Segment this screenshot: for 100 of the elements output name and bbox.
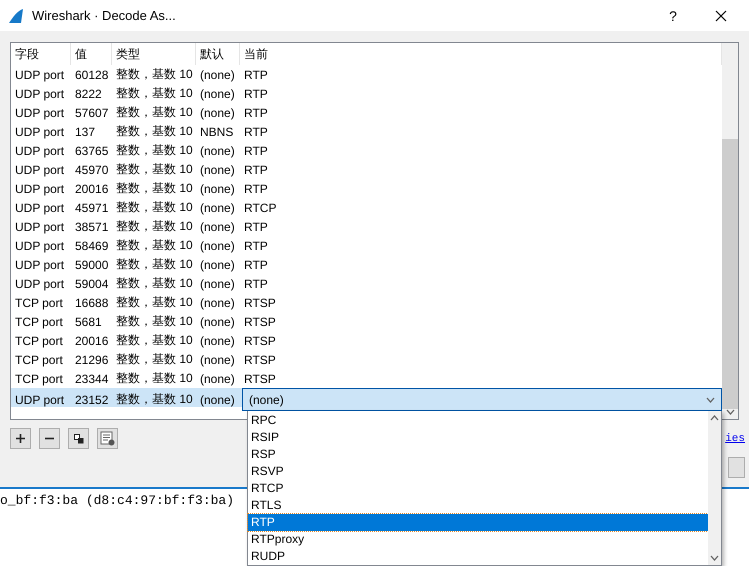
- clear-button[interactable]: [97, 428, 118, 449]
- dropdown-option[interactable]: RTP: [248, 514, 708, 531]
- table-row[interactable]: TCP port 20016 整数，基数 10 (none) RTSP: [11, 331, 722, 350]
- add-button[interactable]: [10, 428, 31, 449]
- table-cell-text: 23344: [74, 372, 110, 386]
- table-cell-text: (none): [199, 392, 236, 406]
- table-cell-text: 137: [74, 124, 96, 138]
- table-row[interactable]: UDP port 45970 整数，基数 10 (none) RTP: [11, 160, 722, 179]
- packet-detail-text: o_bf:f3:ba (d8:c4:97:bf:f3:ba): [0, 493, 234, 508]
- table-cell-text: 57607: [74, 106, 110, 120]
- table-cell-text: TCP port: [14, 334, 64, 348]
- dropdown-option[interactable]: RSIP: [248, 429, 708, 446]
- table-row[interactable]: UDP port 20016 整数，基数 10 (none) RTP: [11, 179, 722, 198]
- table-cell-text: (none): [199, 334, 236, 348]
- table-row[interactable]: UDP port 57607 整数，基数 10 (none) RTP: [11, 103, 722, 122]
- table-cell-text: 45971: [74, 200, 110, 214]
- table-row[interactable]: UDP port 59004 整数，基数 10 (none) RTP: [11, 274, 722, 293]
- table-row[interactable]: UDP port 38571 整数，基数 10 (none) RTP: [11, 217, 722, 236]
- table-row[interactable]: TCP port 21296 整数，基数 10 (none) RTSP: [11, 350, 722, 369]
- table-cell-text: 45970: [74, 162, 110, 176]
- link[interactable]: ies: [725, 432, 745, 444]
- table-row[interactable]: TCP port 5681 整数，基数 10 (none) RTSP: [11, 312, 722, 331]
- table-cell-text: (none): [199, 144, 236, 158]
- scrollbar[interactable]: [708, 411, 721, 565]
- table-cell-text: RTP: [243, 276, 269, 290]
- table-cell-text: 整数，基数 10: [115, 180, 194, 197]
- column-header[interactable]: 默认: [196, 43, 240, 65]
- close-icon: [715, 10, 727, 22]
- table-cell-text: UDP port: [14, 182, 66, 196]
- help-button[interactable]: ?: [653, 0, 693, 30]
- table-row[interactable]: UDP port 8222 整数，基数 10 (none) RTP: [11, 84, 722, 103]
- table-cell-text: UDP port: [14, 124, 66, 138]
- table-cell-text: 整数，基数 10: [115, 391, 194, 408]
- table-cell-text: TCP port: [14, 372, 64, 386]
- table-cell-text: 整数，基数 10: [115, 294, 194, 311]
- shark-fin-icon: [8, 8, 24, 24]
- table-row[interactable]: UDP port 45971 整数，基数 10 (none) RTCP: [11, 198, 722, 217]
- dropdown-option[interactable]: RSP: [248, 446, 708, 463]
- plus-icon: [16, 434, 25, 443]
- table-cell-text: RTP: [243, 106, 269, 120]
- table-cell-text: (none): [199, 372, 236, 386]
- table-cell-text: RTSP: [243, 314, 277, 328]
- chevron-down-icon[interactable]: [710, 555, 719, 561]
- table-cell-text: 整数，基数 10: [115, 161, 194, 178]
- table-cell-text: (none): [199, 200, 236, 214]
- table-cell-text: (none): [199, 258, 236, 272]
- table-cell-text: 20016: [74, 182, 110, 196]
- table-cell-text: 整数，基数 10: [115, 123, 194, 140]
- table-cell-text: 59004: [74, 276, 110, 290]
- remove-button[interactable]: [39, 428, 60, 449]
- table-cell-text: RTP: [243, 68, 269, 82]
- table-cell-text: UDP port: [14, 258, 66, 272]
- table-cell-text: RTSP: [243, 352, 277, 366]
- table-row[interactable]: TCP port 16688 整数，基数 10 (none) RTSP: [11, 293, 722, 312]
- table-cell-text: RTSP: [243, 296, 277, 310]
- table-cell-text: 整数，基数 10: [115, 370, 194, 387]
- column-header[interactable]: 字段: [11, 43, 71, 65]
- table-cell-text: RTP: [243, 86, 269, 100]
- dropdown-option[interactable]: RSVP: [248, 463, 708, 480]
- scrollbar[interactable]: [722, 43, 738, 419]
- dropdown-option[interactable]: RPC: [248, 412, 708, 429]
- chevron-up-icon[interactable]: [710, 415, 719, 421]
- table-row[interactable]: UDP port 59000 整数，基数 10 (none) RTP: [11, 255, 722, 274]
- table-cell-text: 59000: [74, 258, 110, 272]
- table-cell-text: RTP: [243, 162, 269, 176]
- dropdown-option[interactable]: RTCP: [248, 480, 708, 497]
- table-cell-text: UDP port: [14, 238, 66, 252]
- table-row[interactable]: UDP port 60128 整数，基数 10 (none) RTP: [11, 65, 722, 84]
- table-row[interactable]: UDP port 63765 整数，基数 10 (none) RTP: [11, 141, 722, 160]
- table-row[interactable]: TCP port 23344 整数，基数 10 (none) RTSP: [11, 369, 722, 388]
- table-cell-text: UDP port: [14, 220, 66, 234]
- table-cell-text: 21296: [74, 352, 110, 366]
- list-clear-icon: [100, 431, 115, 446]
- table-cell-text: RTP: [243, 220, 269, 234]
- table-cell-text: UDP port: [14, 86, 66, 100]
- dropdown-option[interactable]: RUDP: [248, 548, 708, 565]
- table-cell-text: 整数，基数 10: [115, 256, 194, 273]
- table-row[interactable]: UDP port 137 整数，基数 10 NBNS RTP: [11, 122, 722, 141]
- chevron-down-icon[interactable]: [726, 409, 734, 415]
- dropdown-option[interactable]: RTLS: [248, 497, 708, 514]
- table-cell-text: 整数，基数 10: [115, 104, 194, 121]
- copy-button[interactable]: [68, 428, 89, 449]
- table-cell-text: 整数，基数 10: [115, 199, 194, 216]
- chevron-down-icon[interactable]: [706, 396, 715, 402]
- table-cell-text: RTP: [243, 182, 269, 196]
- table-cell-text: (none): [199, 220, 236, 234]
- table-cell-text: UDP port: [14, 68, 66, 82]
- column-header[interactable]: 类型: [112, 43, 196, 65]
- table-row[interactable]: UDP port 58469 整数，基数 10 (none) RTP: [11, 236, 722, 255]
- table-cell-text: NBNS: [199, 124, 234, 138]
- table-cell-text: RTP: [243, 124, 269, 138]
- table-cell-text: 整数，基数 10: [115, 66, 194, 83]
- table-cell-text: RTP: [243, 144, 269, 158]
- table-cell-text: UDP port: [14, 276, 66, 290]
- table-cell-text: (none): [199, 296, 236, 310]
- dropdown-option[interactable]: RTPproxy: [248, 531, 708, 548]
- table-cell-text: 23152: [74, 392, 110, 406]
- table-cell-text: 整数，基数 10: [115, 275, 194, 292]
- table-cell-text: (none): [199, 68, 236, 82]
- column-header[interactable]: 值: [71, 43, 112, 65]
